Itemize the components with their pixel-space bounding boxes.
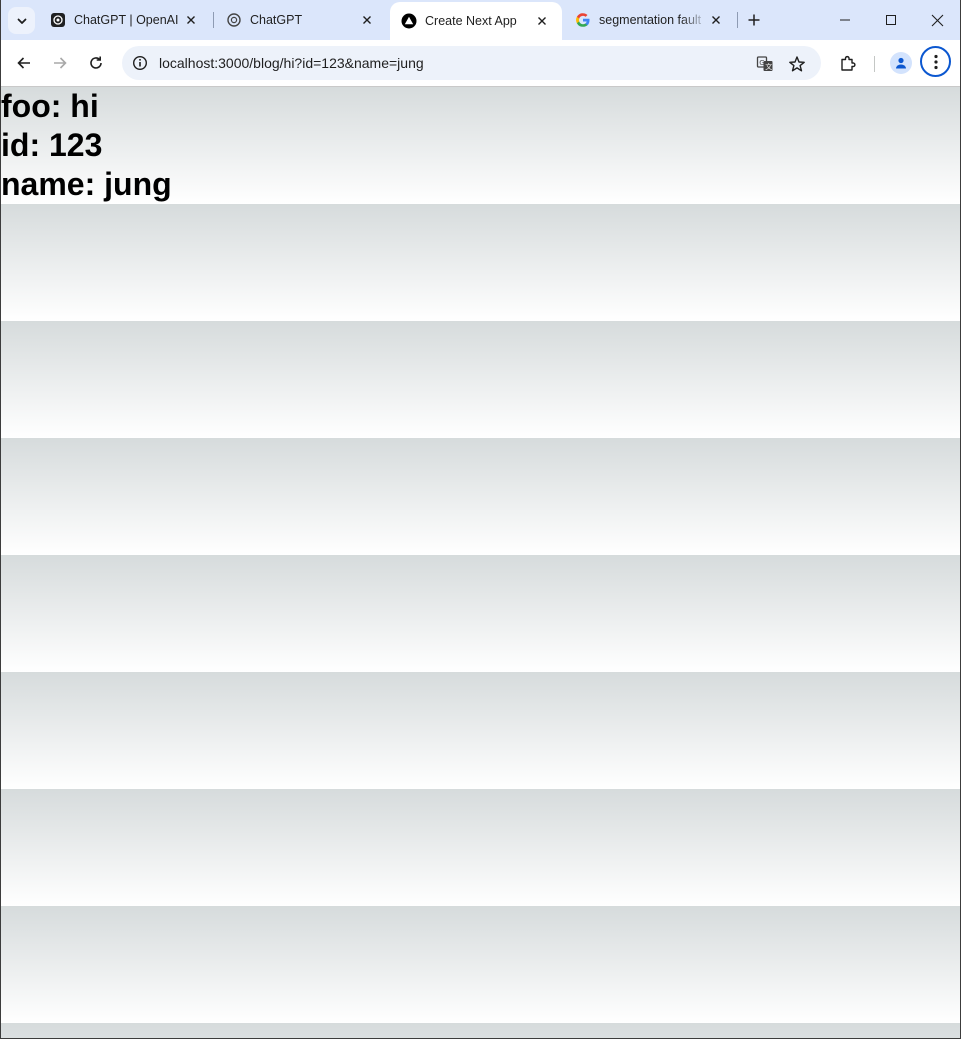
site-info-icon[interactable] [130,53,150,73]
kebab-menu-icon [933,54,938,69]
close-tab-icon[interactable] [359,12,375,28]
tab-segmentation-fault[interactable]: segmentation fault [564,4,736,36]
close-tab-icon[interactable] [183,12,199,28]
bookmark-star-icon[interactable] [786,53,808,75]
person-icon [896,57,906,69]
tab-chatgpt[interactable]: ChatGPT [215,4,387,36]
tab-separator [737,12,738,28]
svg-text:G: G [759,59,764,67]
foo-param-text: foo: hi [1,88,99,124]
page-content: foo: hi id: 123 name: jung [1,87,960,1038]
id-param-text: id: 123 [1,127,103,163]
address-bar[interactable]: localhost:3000/blog/hi?id=123&name=jung … [122,46,821,80]
puzzle-icon [841,55,856,71]
openai-icon [226,12,242,28]
close-tab-icon[interactable] [708,12,724,28]
reload-button[interactable] [81,48,111,78]
tab-title: Create Next App [425,14,517,28]
tab-title: ChatGPT | OpenAI [74,13,179,27]
tab-create-next-app[interactable]: Create Next App [390,2,562,40]
browser-window: ChatGPT | OpenAI ChatGPT Create Next App [0,0,961,1039]
forward-button[interactable] [45,48,75,78]
translate-icon[interactable]: G文 [754,53,776,75]
plus-icon [748,14,760,26]
tab-strip: ChatGPT | OpenAI ChatGPT Create Next App [1,0,960,40]
arrow-right-icon [54,57,67,69]
minimize-button[interactable] [822,0,868,40]
browser-toolbar: localhost:3000/blog/hi?id=123&name=jung … [1,40,960,87]
nextjs-triangle-icon [401,13,417,29]
new-tab-button[interactable] [743,9,765,31]
tab-chatgpt-openai[interactable]: ChatGPT | OpenAI [39,4,211,36]
chevron-down-icon [17,18,26,24]
toolbar-separator [874,56,875,72]
openai-icon [50,12,66,28]
name-param-text: name: jung [1,166,172,202]
close-tab-icon[interactable] [534,13,550,29]
tab-title: segmentation fault [599,13,702,27]
tab-title: ChatGPT [250,13,303,27]
reload-icon [90,56,102,69]
close-icon [931,14,943,26]
google-icon [575,12,591,28]
minimize-icon [840,19,850,21]
tab-search-button[interactable] [8,7,35,34]
maximize-icon [886,15,896,25]
browser-menu-button[interactable] [920,46,951,77]
arrow-left-icon [17,57,30,69]
url-text[interactable]: localhost:3000/blog/hi?id=123&name=jung [159,55,424,71]
back-button[interactable] [9,48,39,78]
profile-avatar[interactable] [890,52,912,74]
extensions-button[interactable] [833,48,863,78]
maximize-button[interactable] [868,0,914,40]
close-window-button[interactable] [914,0,960,40]
tab-separator [213,12,214,28]
svg-text:文: 文 [765,62,772,71]
